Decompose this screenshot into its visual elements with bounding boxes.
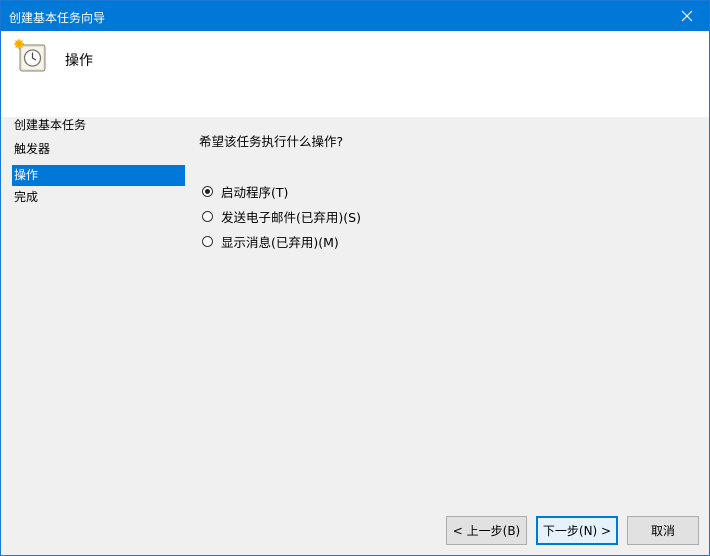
radio-indicator — [202, 235, 213, 247]
action-question: 希望该任务执行什么操作? — [199, 134, 344, 149]
radio-send-email[interactable]: 发送电子邮件(已弃用)(S) — [202, 207, 361, 225]
radio-label: 显示消息(已弃用)(M) — [221, 234, 339, 250]
radio-indicator — [202, 210, 213, 222]
nav-item-action[interactable]: 操作 — [12, 165, 185, 186]
close-button[interactable] — [665, 1, 709, 31]
page-title: 操作 — [65, 53, 93, 69]
wizard-header: 操作 — [1, 31, 709, 117]
radio-show-message[interactable]: 显示消息(已弃用)(M) — [202, 232, 339, 250]
nav-item-finish[interactable]: 完成 — [12, 187, 185, 208]
back-button[interactable]: < 上一步(B) — [446, 516, 527, 545]
nav-item-trigger[interactable]: 触发器 — [12, 139, 185, 160]
radio-label: 发送电子邮件(已弃用)(S) — [221, 209, 361, 225]
radio-start-program[interactable]: 启动程序(T) — [202, 182, 288, 200]
radio-label: 启动程序(T) — [221, 184, 289, 200]
content-area: 创建基本任务 触发器 操作 完成 — [7, 117, 701, 511]
radio-indicator — [202, 185, 213, 197]
close-icon — [681, 10, 693, 22]
wizard-window: 创建基本任务向导 操作 创建基本任务 触发器 操作 完成 希望该任务执行什么操作… — [0, 0, 710, 556]
scheduled-task-clock-icon — [14, 39, 46, 72]
cancel-button[interactable]: 取消 — [627, 516, 699, 545]
nav-item-create-task[interactable]: 创建基本任务 — [12, 115, 185, 136]
title-bar: 创建基本任务向导 — [1, 1, 709, 31]
next-button[interactable]: 下一步(N) > — [536, 516, 618, 545]
window-title: 创建基本任务向导 — [9, 11, 106, 25]
